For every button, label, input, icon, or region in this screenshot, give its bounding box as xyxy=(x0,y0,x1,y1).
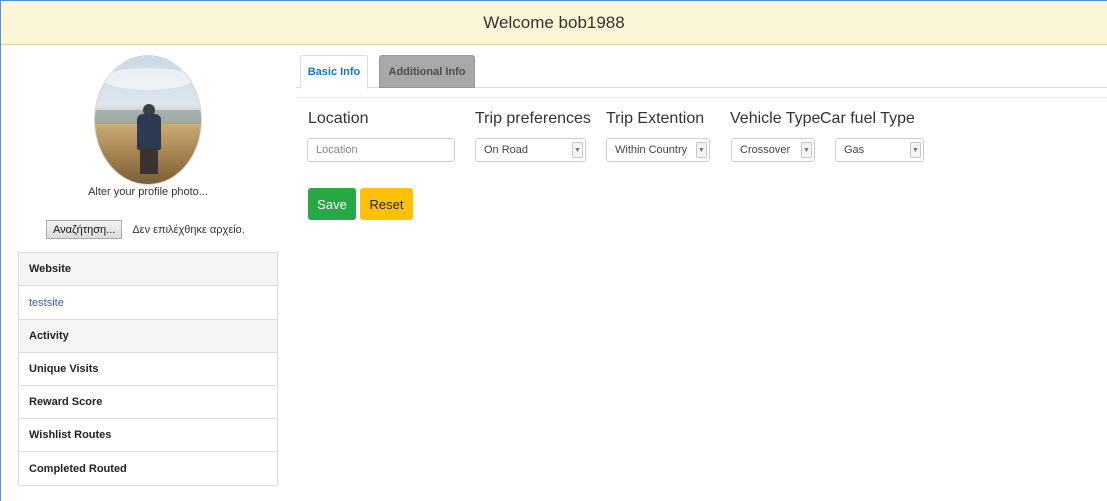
activity-item-wishlist-routes[interactable]: Wishlist Routes xyxy=(19,419,277,452)
browse-file-button[interactable]: Αναζήτηση... xyxy=(46,220,123,239)
location-label: Location xyxy=(308,110,369,127)
trip-preferences-select[interactable]: On Road ▼ xyxy=(475,138,586,162)
chevron-down-icon: ▼ xyxy=(801,142,812,158)
welcome-header: Welcome bob1988 xyxy=(1,1,1107,45)
location-input[interactable] xyxy=(307,138,455,162)
vehicle-type-label: Vehicle Type xyxy=(730,110,821,127)
website-heading: Website xyxy=(19,253,277,286)
trip-preferences-label: Trip preferences xyxy=(475,110,591,127)
car-fuel-type-select[interactable]: Gas ▼ xyxy=(835,138,924,162)
activity-item-reward-score[interactable]: Reward Score xyxy=(19,386,277,419)
website-link[interactable]: testsite xyxy=(19,286,277,320)
chevron-down-icon: ▼ xyxy=(910,142,921,158)
form-divider xyxy=(296,97,1107,98)
save-button[interactable]: Save xyxy=(308,188,356,220)
reset-button[interactable]: Reset xyxy=(360,188,413,220)
photo-person-body xyxy=(137,114,161,150)
car-fuel-type-value: Gas xyxy=(844,144,865,156)
vehicle-type-select[interactable]: Crossover ▼ xyxy=(731,138,815,162)
activity-heading: Activity xyxy=(19,320,277,353)
page-title: Welcome bob1988 xyxy=(483,12,625,32)
alter-photo-text: Alter your profile photo... xyxy=(88,186,208,198)
trip-extention-value: Within Country xyxy=(615,144,688,156)
profile-tabs: Basic Info Additional Info xyxy=(296,55,1107,89)
tab-additional-info[interactable]: Additional Info xyxy=(379,55,475,88)
trip-preferences-value: On Road xyxy=(484,144,529,156)
vehicle-type-value: Crossover xyxy=(740,144,791,156)
trip-extention-select[interactable]: Within Country ▼ xyxy=(606,138,710,162)
chevron-down-icon: ▼ xyxy=(572,142,583,158)
profile-photo xyxy=(94,55,202,185)
car-fuel-type-label: Car fuel Type xyxy=(820,110,915,127)
profile-side-panel: Website testsite Activity Unique Visits … xyxy=(18,252,278,486)
trip-extention-label: Trip Extention xyxy=(606,110,705,127)
activity-item-completed-routed[interactable]: Completed Routed xyxy=(19,452,277,485)
activity-item-unique-visits[interactable]: Unique Visits xyxy=(19,353,277,386)
photo-person-legs xyxy=(140,148,158,174)
chevron-down-icon: ▼ xyxy=(696,142,707,158)
tab-basic-info[interactable]: Basic Info xyxy=(300,55,368,89)
file-status-text: Δεν επιλέχθηκε αρχείο. xyxy=(132,223,245,236)
photo-cloud xyxy=(103,68,193,90)
file-upload-row: Αναζήτηση... Δεν επιλέχθηκε αρχείο. xyxy=(46,220,245,239)
